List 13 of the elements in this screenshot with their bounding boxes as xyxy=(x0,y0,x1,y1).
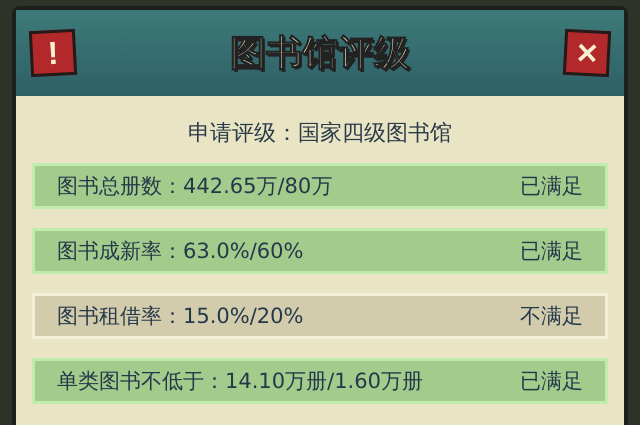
requirement-status: 已满足 xyxy=(520,173,583,200)
close-button[interactable]: ✕ xyxy=(562,28,612,78)
requirement-status: 不满足 xyxy=(520,303,583,330)
requirement-status: 已满足 xyxy=(520,368,583,395)
requirement-text: 图书总册数：442.65万/80万 xyxy=(57,173,332,200)
application-label: 申请评级： xyxy=(188,120,298,148)
requirement-text: 图书成新率：63.0%/60% xyxy=(57,238,304,265)
info-button[interactable]: ! xyxy=(28,28,78,78)
requirement-text: 图书租借率：15.0%/20% xyxy=(57,303,304,330)
application-value: 国家四级图书馆 xyxy=(298,120,452,148)
requirement-text: 单类图书不低于：14.10万册/1.60万册 xyxy=(57,368,423,395)
window-title: 图书馆评级 xyxy=(230,32,410,76)
requirement-status: 已满足 xyxy=(520,238,583,265)
